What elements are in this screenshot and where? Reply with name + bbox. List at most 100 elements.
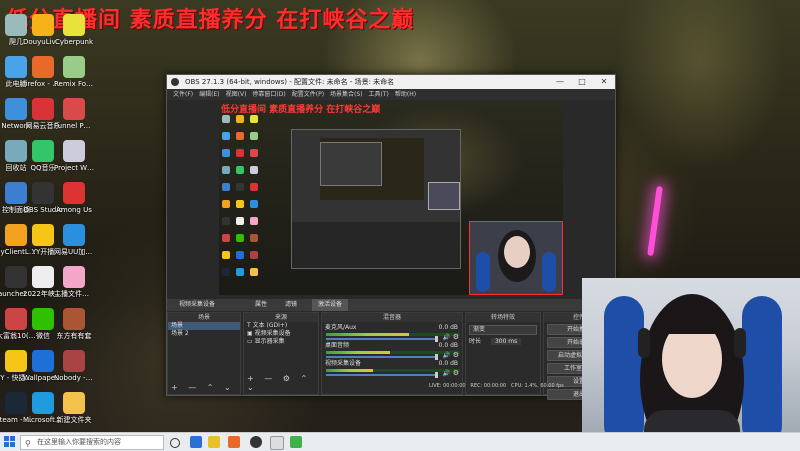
webcam-overlay [582, 278, 800, 450]
menu-item[interactable]: 停靠窗口(D) [252, 91, 285, 98]
properties-button[interactable]: 属性 [255, 299, 267, 311]
activate-device-button[interactable]: 激活设备 [312, 299, 349, 311]
close-icon[interactable]: ✕ [593, 75, 615, 89]
desktop-icon-nobody[interactable]: Nobody - The Turna... [54, 350, 94, 382]
volume-slider[interactable] [326, 354, 438, 360]
funnel-icon [63, 98, 85, 120]
transition-duration[interactable]: 时长 300 ms [466, 338, 540, 346]
cpu-status: CPU: 1.4%, 60.00 fps [511, 383, 564, 389]
desktop-icon-cyberpunk[interactable]: Cyberpunk [54, 14, 94, 46]
nested-obs-window [291, 129, 461, 269]
gear-icon[interactable]: ⚙ [453, 333, 459, 341]
taskbar-app-icon[interactable] [208, 436, 220, 448]
desktop-icon-uu[interactable]: 网易UU加速器 [54, 224, 94, 256]
desktop-icon-funnel[interactable]: Funnel Party [54, 98, 94, 130]
preview-wegame-icon [222, 234, 230, 242]
webcam-headphones [734, 328, 746, 358]
minimize-icon[interactable]: — [549, 75, 571, 89]
sources-header: 来源 [244, 313, 318, 322]
amongus-icon [63, 182, 85, 204]
preview-douyu-icon [236, 115, 244, 123]
preview-recycle2-icon [222, 166, 230, 174]
nested-inner-window [320, 142, 382, 186]
cyberpunk-icon [63, 14, 85, 36]
transitions-header: 转场特效 [466, 313, 540, 322]
menu-item[interactable]: 编辑(E) [199, 91, 219, 98]
source-item[interactable]: ▣ 视频采集设备 [244, 330, 318, 338]
desktop-icon-newfolder[interactable]: 新建文件夹 [54, 392, 94, 424]
volume-meter-level [326, 333, 410, 336]
taskbar-app-icon[interactable] [290, 436, 302, 448]
volume-slider-handle[interactable] [435, 372, 438, 378]
webcam-chair [542, 252, 556, 292]
filters-button[interactable]: 滤镜 [285, 299, 297, 311]
desktop-icon-anchor[interactable]: 主播文件夹中的 [54, 266, 94, 298]
obs-window-title: OBS 27.1.3 (64-bit, windows) - 配置文件: 未命名… [185, 78, 395, 86]
menu-item[interactable]: 文件(F) [173, 91, 193, 98]
mixer-channel: 麦克风/Aux 0.0 dB 🔊 ⚙ [322, 324, 462, 342]
task-view-icon[interactable] [170, 438, 180, 448]
preview-banner-text: 低分直播间 素质直播养分 在打峡谷之巅 [221, 105, 381, 115]
sources-controls[interactable]: + — ⚙ ⌃ ⌄ [247, 374, 318, 392]
scene-item[interactable]: 场景 2 [168, 330, 240, 338]
gear-icon[interactable]: ⚙ [453, 369, 459, 377]
menu-item[interactable]: 工具(T) [369, 91, 389, 98]
mixer-channel: 视频采集设备 0.0 dB 🔊 ⚙ [322, 360, 462, 378]
desktop-icon-amongus[interactable]: Among Us [54, 182, 94, 214]
transition-type-select[interactable]: 渐变 [469, 325, 537, 335]
source-item[interactable]: ▭ 显示器采集 [244, 338, 318, 346]
desktop-icon-label: Nobody - The Turna... [54, 374, 94, 382]
preview-wallpaper-icon [236, 251, 244, 259]
windows-start-icon[interactable] [4, 436, 15, 447]
maximize-icon[interactable]: □ [571, 75, 593, 89]
obs-titlebar[interactable]: OBS 27.1.3 (64-bit, windows) - 配置文件: 未命名… [167, 75, 615, 89]
mixer-header: 混音器 [322, 313, 462, 322]
scene-item[interactable]: 场景 [168, 322, 240, 330]
wechat-icon [32, 308, 54, 330]
desktop-icon-winter[interactable]: Project Winter [54, 140, 94, 172]
source-item[interactable]: T 文本 (GDI+) [244, 322, 318, 330]
menu-item[interactable]: 帮助(H) [395, 91, 416, 98]
desktop-icon-dongfang[interactable]: 东方有有套 [54, 308, 94, 340]
taskbar-app-icon[interactable] [228, 436, 240, 448]
volume-meter [326, 351, 460, 354]
webcam-source-selected[interactable] [469, 221, 563, 295]
mixer-channel-name: 麦克风/Aux [325, 324, 357, 331]
webcam-face [504, 236, 530, 268]
mixer-channel-name: 桌面音频 [325, 342, 350, 349]
desktop-icon-remix[interactable]: Remix Fortune - ... [54, 56, 94, 88]
preview-funnel-icon [250, 149, 258, 157]
menu-item[interactable]: 配置文件(P) [292, 91, 324, 98]
gear-icon[interactable]: ⚙ [453, 351, 459, 359]
taskbar-app-icon[interactable] [270, 436, 284, 450]
preview-cyberpunk-icon [250, 115, 258, 123]
obs-menubar: 文件(F) 编辑(E) 视图(V) 停靠窗口(D) 配置文件(P) 场景集合(S) 工具(T… [167, 89, 615, 100]
menu-item[interactable]: 场景集合(S) [330, 91, 363, 98]
webcam-chair [742, 296, 782, 446]
obs-logo-icon [171, 78, 179, 86]
menu-item[interactable]: 视图(V) [226, 91, 247, 98]
doc2022-icon [32, 266, 54, 288]
preview-dongfang-icon [250, 234, 258, 242]
winter-icon [63, 140, 85, 162]
taskbar-app-icon[interactable] [190, 436, 202, 448]
preview-winter-icon [250, 166, 258, 174]
desktop-icon-label: 主播文件夹中的 [54, 290, 94, 298]
sources-dock: 来源 T 文本 (GDI+) ▣ 视频采集设备 ▭ 显示器采集 + — ⚙ ⌃ … [243, 312, 319, 395]
speaker-icon[interactable]: 🔊 [443, 370, 450, 377]
preview-obs-icon [236, 183, 244, 191]
taskbar-search-input[interactable]: ⚲ 在这里输入你要搜索的内容 [20, 435, 164, 450]
preview-newfolder-icon [250, 268, 258, 276]
rec-status: REC: 00:00:00 [470, 383, 507, 389]
source-label: 视频采集设备 [179, 301, 216, 308]
obs-preview[interactable]: 低分直播间 素质直播养分 在打峡谷之巅 [219, 101, 563, 295]
speaker-icon[interactable]: 🔊 [443, 352, 450, 359]
obs-taskbar-icon[interactable] [250, 436, 262, 448]
duration-input[interactable]: 300 ms [490, 338, 522, 345]
desktop-icon-label: 网易UU加速器 [54, 248, 94, 256]
volume-slider[interactable] [326, 336, 438, 342]
speaker-icon[interactable]: 🔊 [443, 334, 450, 341]
scenes-controls[interactable]: + — ⌃ ⌄ [171, 383, 235, 392]
preview-qqmusic-icon [236, 166, 244, 174]
volume-slider[interactable] [326, 372, 438, 378]
